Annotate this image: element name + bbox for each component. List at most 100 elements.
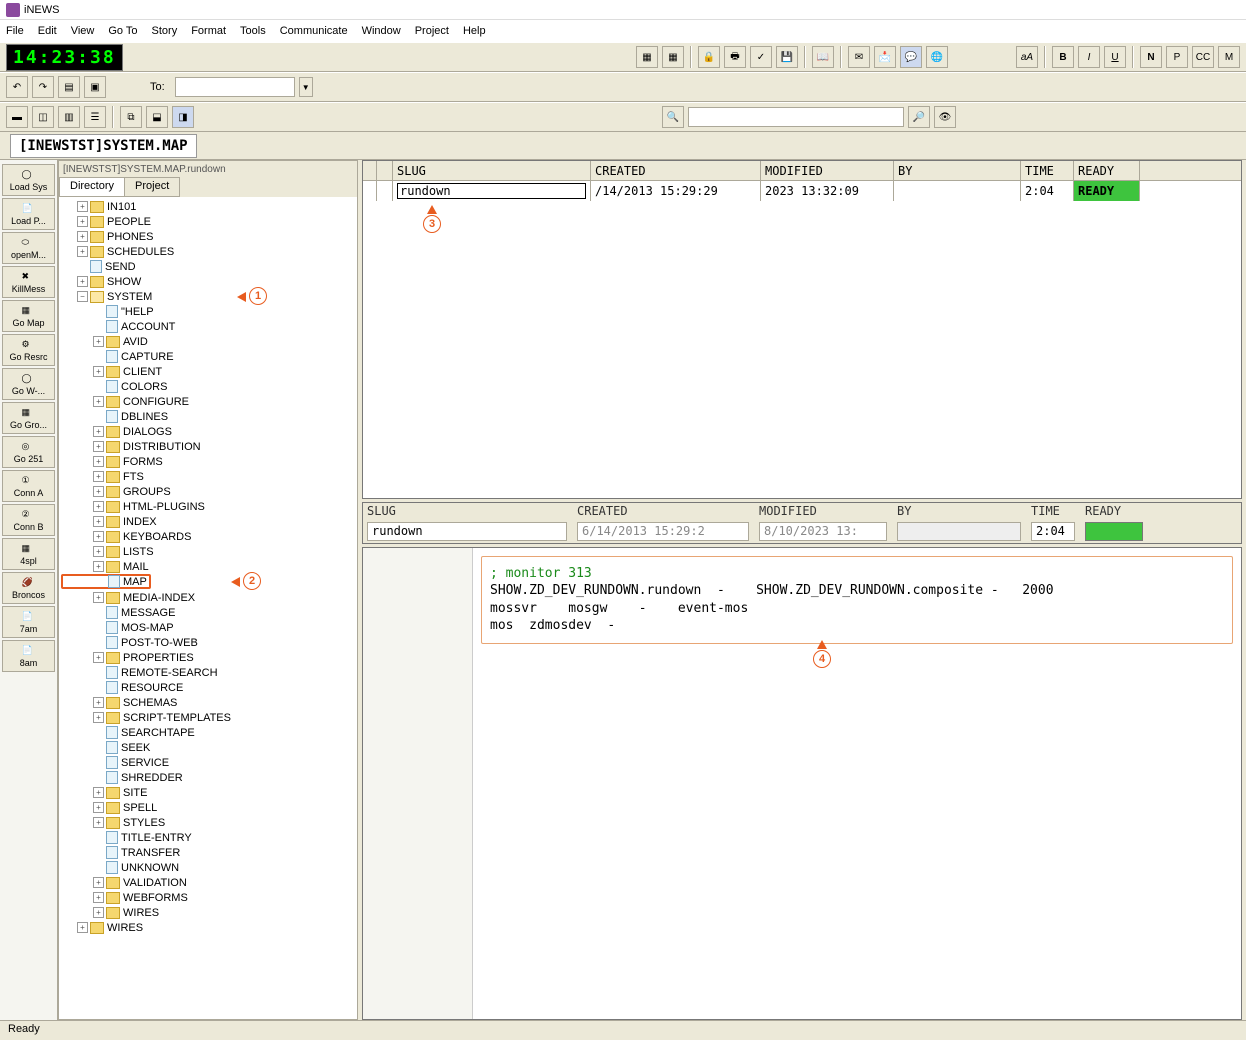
expand-icon[interactable]: + [93, 441, 104, 452]
tool-chat-icon[interactable]: 💬 [900, 46, 922, 68]
tree-node-forms[interactable]: +FORMS [61, 454, 355, 469]
expand-icon[interactable]: + [77, 276, 88, 287]
tree-node-media-index[interactable]: +MEDIA-INDEX [61, 590, 355, 605]
tree-node-in101[interactable]: +IN101 [61, 199, 355, 214]
expand-icon[interactable]: + [93, 592, 104, 603]
expand-icon[interactable]: + [77, 246, 88, 257]
tree-node-unknown[interactable]: UNKNOWN [61, 860, 355, 875]
tree-node-properties[interactable]: +PROPERTIES [61, 650, 355, 665]
layout-3-icon[interactable]: ▥ [58, 106, 80, 128]
input-by[interactable] [897, 522, 1021, 541]
expand-icon[interactable]: + [93, 802, 104, 813]
tree-node-colors[interactable]: COLORS [61, 379, 355, 394]
format-n[interactable]: N [1140, 46, 1162, 68]
layout-6-icon[interactable]: ⬓ [146, 106, 168, 128]
tree-node-keyboards[interactable]: +KEYBOARDS [61, 529, 355, 544]
expand-icon[interactable]: + [77, 922, 88, 933]
expand-icon[interactable]: + [93, 892, 104, 903]
menu-communicate[interactable]: Communicate [280, 25, 348, 37]
expand-icon[interactable]: + [93, 546, 104, 557]
format-p[interactable]: P [1166, 46, 1188, 68]
expand-icon[interactable]: + [93, 501, 104, 512]
menu-file[interactable]: File [6, 25, 24, 37]
expand-icon[interactable]: + [93, 486, 104, 497]
tree-node-resource[interactable]: RESOURCE [61, 680, 355, 695]
tree-node-seek[interactable]: SEEK [61, 740, 355, 755]
binoculars-icon[interactable]: 👁 [934, 106, 956, 128]
tree-node-mail[interactable]: +MAIL [61, 559, 355, 574]
format-m[interactable]: M [1218, 46, 1240, 68]
input-modified[interactable] [759, 522, 887, 541]
col-ready[interactable]: READY [1074, 161, 1140, 180]
tool-mail-open-icon[interactable]: 📩 [874, 46, 896, 68]
tree-node-send[interactable]: SEND [61, 259, 355, 274]
sidebar-btn-4[interactable]: ▦Go Map [2, 300, 55, 332]
tree-node-capture[interactable]: CAPTURE [61, 349, 355, 364]
sidebar-btn-3[interactable]: ✖KillMess [2, 266, 55, 298]
tree-node-configure[interactable]: +CONFIGURE [61, 394, 355, 409]
sidebar-btn-8[interactable]: ◎Go 251 [2, 436, 55, 468]
tree-node-spell[interactable]: +SPELL [61, 800, 355, 815]
tree-node-groups[interactable]: +GROUPS [61, 484, 355, 499]
tool-page-icon[interactable]: ▤ [58, 76, 80, 98]
tree-node-map[interactable]: MAP [61, 574, 151, 589]
tree-node-wires[interactable]: +WIRES [61, 905, 355, 920]
expand-icon[interactable]: + [93, 697, 104, 708]
tree-node-service[interactable]: SERVICE [61, 755, 355, 770]
tree-node-searchtape[interactable]: SEARCHTAPE [61, 725, 355, 740]
tree-node-remote-search[interactable]: REMOTE-SEARCH [61, 665, 355, 680]
editor-content[interactable]: ; monitor 313 SHOW.ZD_DEV_RUNDOWN.rundow… [481, 556, 1233, 644]
layout-5-icon[interactable]: ⧉ [120, 106, 142, 128]
tree-node-show[interactable]: +SHOW [61, 274, 355, 289]
tool-lock-icon[interactable]: 🔒 [698, 46, 720, 68]
ready-indicator[interactable] [1085, 522, 1143, 541]
menu-view[interactable]: View [71, 25, 95, 37]
tree-node-wires[interactable]: +WIRES [61, 920, 355, 935]
tool-redo-icon[interactable]: ↷ [32, 76, 54, 98]
tab-project[interactable]: Project [124, 177, 180, 197]
to-input[interactable] [175, 77, 295, 97]
tool-book-icon[interactable]: 📖 [812, 46, 834, 68]
format-cc[interactable]: CC [1192, 46, 1214, 68]
menu-help[interactable]: Help [463, 25, 486, 37]
menu-story[interactable]: Story [152, 25, 178, 37]
expand-icon[interactable]: + [93, 516, 104, 527]
tree-node-schedules[interactable]: +SCHEDULES [61, 244, 355, 259]
to-dropdown-icon[interactable]: ▼ [299, 77, 313, 97]
tool-print-icon[interactable]: 🖶 [724, 46, 746, 68]
tree-node-lists[interactable]: +LISTS [61, 544, 355, 559]
tree-node-webforms[interactable]: +WEBFORMS [61, 890, 355, 905]
format-underline[interactable]: U [1104, 46, 1126, 68]
directory-tree[interactable]: +IN101+PEOPLE+PHONES+SCHEDULESSEND+SHOW−… [59, 197, 357, 1019]
expand-icon[interactable]: + [93, 396, 104, 407]
tree-node-dblines[interactable]: DBLINES [61, 409, 355, 424]
tool-check-icon[interactable]: ✓ [750, 46, 772, 68]
expand-icon[interactable]: + [93, 817, 104, 828]
tree-node-shredder[interactable]: SHREDDER [61, 770, 355, 785]
tree-node-phones[interactable]: +PHONES [61, 229, 355, 244]
sidebar-btn-12[interactable]: 🏈Broncos [2, 572, 55, 604]
tree-node-account[interactable]: ACCOUNT [61, 319, 355, 334]
tree-node-client[interactable]: +CLIENT [61, 364, 355, 379]
search-input[interactable] [688, 107, 904, 127]
find-icon[interactable]: 🔎 [908, 106, 930, 128]
expand-icon[interactable]: + [93, 712, 104, 723]
tree-node-html-plugins[interactable]: +HTML-PLUGINS [61, 499, 355, 514]
expand-icon[interactable]: + [93, 907, 104, 918]
tree-node-mos-map[interactable]: MOS-MAP [61, 620, 355, 635]
sidebar-btn-14[interactable]: 📄8am [2, 640, 55, 672]
format-bold[interactable]: B [1052, 46, 1074, 68]
input-time[interactable] [1031, 522, 1075, 541]
expand-icon[interactable]: + [77, 231, 88, 242]
tab-directory[interactable]: Directory [59, 177, 125, 197]
expand-icon[interactable]: + [77, 216, 88, 227]
tree-node-validation[interactable]: +VALIDATION [61, 875, 355, 890]
menu-window[interactable]: Window [362, 25, 401, 37]
col-modified[interactable]: MODIFIED [761, 161, 894, 180]
sidebar-btn-7[interactable]: ▦Go Gro... [2, 402, 55, 434]
tool-window-icon[interactable]: ▣ [84, 76, 106, 98]
tree-node-transfer[interactable]: TRANSFER [61, 845, 355, 860]
col-created[interactable]: CREATED [591, 161, 761, 180]
tree-node-people[interactable]: +PEOPLE [61, 214, 355, 229]
tree-node-script-templates[interactable]: +SCRIPT-TEMPLATES [61, 710, 355, 725]
